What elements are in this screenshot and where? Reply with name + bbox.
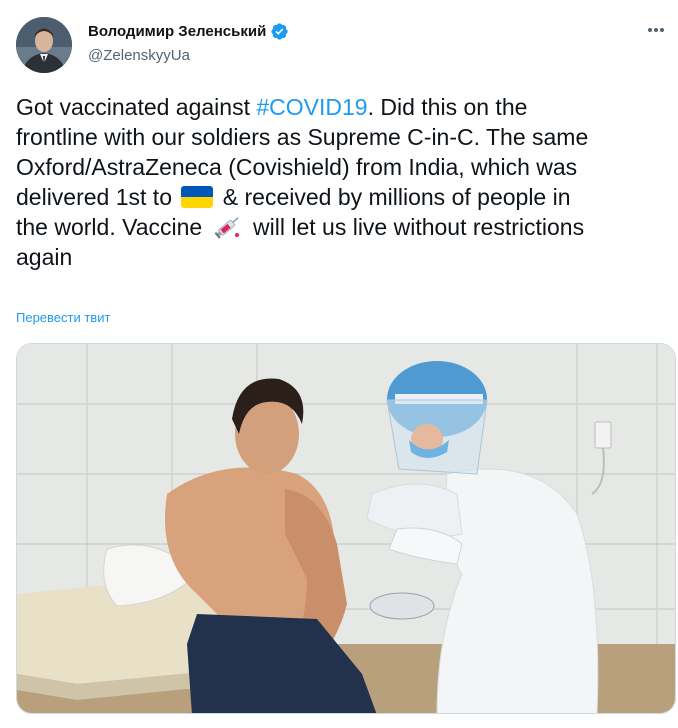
avatar-image <box>16 17 72 73</box>
hashtag-link[interactable]: #COVID19 <box>256 94 367 120</box>
more-options-icon[interactable] <box>644 20 668 40</box>
tweet-line-3: Oxford/AstraZeneca (Covishield) from Ind… <box>16 154 578 180</box>
translate-tweet-link[interactable]: Перевести твит <box>16 310 110 325</box>
verified-badge-icon <box>271 23 288 40</box>
avatar[interactable] <box>16 17 72 73</box>
author-display-name[interactable]: Володимир Зеленський <box>88 23 266 40</box>
tweet-line-1: Got vaccinated against #COVID19. Did thi… <box>16 94 528 120</box>
tweet-text: Got vaccinated against #COVID19. Did thi… <box>16 92 678 272</box>
ukraine-flag-emoji <box>181 186 214 208</box>
tweet-line-2: frontline with our soldiers as Supreme C… <box>16 124 589 150</box>
tweet-line-4: delivered 1st to & received by millions … <box>16 184 571 210</box>
syringe-emoji <box>214 217 239 239</box>
author-handle[interactable]: @ZelenskyyUa <box>88 47 190 64</box>
tweet-line-6: again <box>16 244 73 270</box>
tweet: Володимир Зеленський @ZelenskyyUa Got va… <box>0 0 678 728</box>
tweet-photo[interactable] <box>16 343 676 714</box>
author-name-row: Володимир Зеленський <box>88 22 289 41</box>
vaccination-photo <box>17 344 675 713</box>
tweet-line-5: the world. Vaccine will let us live with… <box>16 214 585 240</box>
